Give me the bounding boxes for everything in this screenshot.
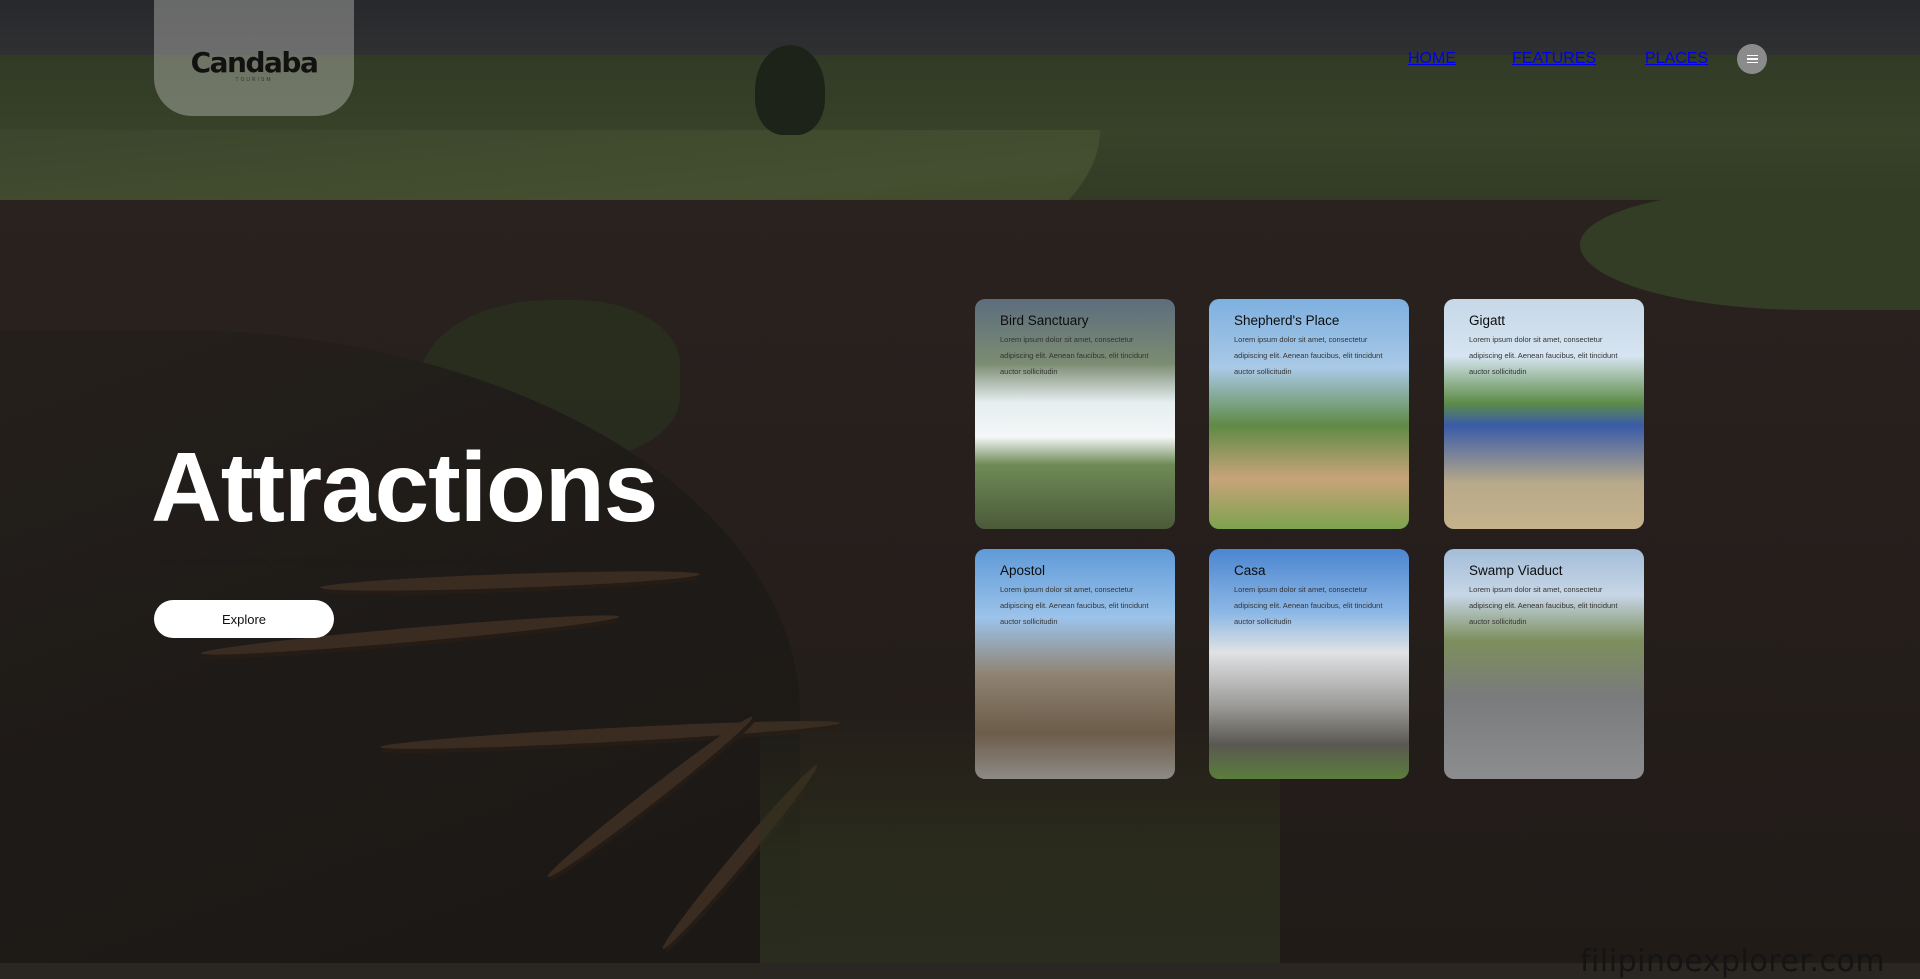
- card-title: Apostol: [1000, 563, 1046, 578]
- nav-features-link[interactable]: FEATURES: [1512, 50, 1596, 68]
- hero-description: Lorem ipsum dolor sit amet, consectetur …: [154, 556, 590, 567]
- page-title: Attractions: [151, 432, 658, 542]
- card-title: Gigatt: [1469, 313, 1506, 328]
- card-title: Bird Sanctuary: [1000, 313, 1089, 328]
- card-title: Shepherd's Place: [1234, 313, 1340, 328]
- attraction-card-casa[interactable]: Casa Lorem ipsum dolor sit amet, consect…: [1209, 549, 1409, 779]
- explore-button[interactable]: Explore: [154, 600, 334, 638]
- hamburger-icon: [1746, 54, 1758, 64]
- nav-home-link[interactable]: HOME: [1408, 50, 1456, 68]
- attraction-card-gigatt[interactable]: Gigatt Lorem ipsum dolor sit amet, conse…: [1444, 299, 1644, 529]
- watermark: filipinoexplorer.com: [1580, 944, 1886, 979]
- card-description: Lorem ipsum dolor sit amet, consectetur …: [1234, 585, 1383, 626]
- attraction-card-apostol[interactable]: Apostol Lorem ipsum dolor sit amet, cons…: [975, 549, 1175, 779]
- attraction-card-shepherds-place[interactable]: Shepherd's Place Lorem ipsum dolor sit a…: [1209, 299, 1409, 529]
- nav-places-link[interactable]: PLACES: [1645, 50, 1708, 68]
- card-description: Lorem ipsum dolor sit amet, consectetur …: [1234, 335, 1383, 376]
- card-title: Casa: [1234, 563, 1266, 578]
- card-description: Lorem ipsum dolor sit amet, consectetur …: [1469, 335, 1618, 376]
- card-description: Lorem ipsum dolor sit amet, consectetur …: [1000, 585, 1149, 626]
- logo-text: Candaba: [190, 45, 319, 79]
- menu-button[interactable]: [1737, 44, 1767, 74]
- attraction-card-swamp-viaduct[interactable]: Swamp Viaduct Lorem ipsum dolor sit amet…: [1444, 549, 1644, 779]
- attraction-card-bird-sanctuary[interactable]: Bird Sanctuary Lorem ipsum dolor sit ame…: [975, 299, 1175, 529]
- card-description: Lorem ipsum dolor sit amet, consectetur …: [1000, 335, 1149, 376]
- logo-subtitle: TOURISM: [235, 76, 273, 83]
- card-description: Lorem ipsum dolor sit amet, consectetur …: [1469, 585, 1618, 626]
- card-title: Swamp Viaduct: [1469, 563, 1563, 578]
- logo[interactable]: Candaba TOURISM: [154, 0, 354, 116]
